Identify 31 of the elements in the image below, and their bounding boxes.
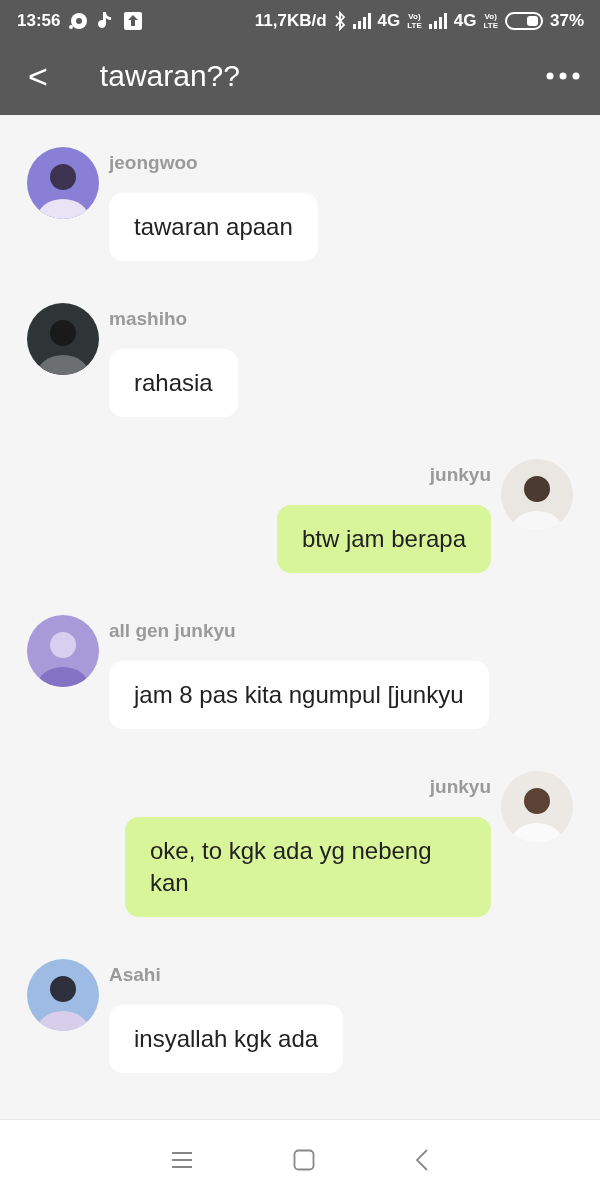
message-bubble: jam 8 pas kita ngumpul [junkyu xyxy=(109,661,489,729)
battery-icon xyxy=(504,12,543,30)
bluetooth-icon xyxy=(333,11,346,31)
volte-indicator: Vo) LTE xyxy=(483,12,498,30)
back-icon[interactable] xyxy=(415,1149,429,1171)
chat-title: tawaran?? xyxy=(99,59,240,93)
battery-percentage: 37% xyxy=(549,11,584,31)
home-icon[interactable] xyxy=(293,1149,315,1171)
network-type: 4G xyxy=(453,11,477,31)
clock: 13:56 xyxy=(17,11,61,31)
message-bubble: rahasia xyxy=(109,349,238,417)
signal-icon xyxy=(428,13,447,29)
chat-icon xyxy=(67,11,90,31)
sender-name: junkyu xyxy=(429,463,491,487)
sender-name: junkyu xyxy=(429,775,491,799)
network-speed: 11,7KB/d xyxy=(254,11,327,31)
sender-name: jeongwoo xyxy=(109,151,198,175)
message-bubble: insyallah kgk ada xyxy=(109,1005,344,1073)
signal-icon xyxy=(352,13,371,29)
message-bubble: tawaran apaan xyxy=(109,193,318,261)
sender-name: mashiho xyxy=(109,307,188,331)
sender-name: all gen junkyu xyxy=(109,619,236,643)
menu-icon[interactable] xyxy=(171,1151,193,1169)
message-bubble: btw jam berapa xyxy=(276,505,491,573)
message-bubble: oke, to kgk ada yg nebeng kan xyxy=(125,817,491,917)
network-type: 4G xyxy=(377,11,401,31)
back-button[interactable]: < xyxy=(22,59,54,93)
upload-icon xyxy=(123,11,144,31)
volte-indicator: Vo) LTE xyxy=(407,12,422,30)
sender-name: Asahi xyxy=(109,963,161,987)
more-options-icon[interactable] xyxy=(546,72,580,80)
